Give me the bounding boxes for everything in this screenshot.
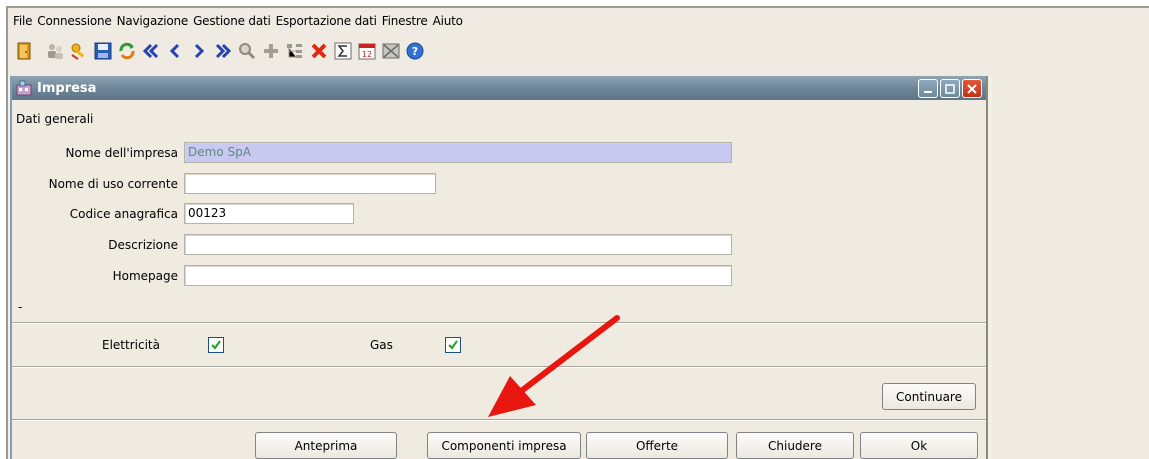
uso-label: Nome di uso corrente [48, 176, 178, 191]
menu-file[interactable]: File [13, 14, 32, 28]
menu-esportazione-dati[interactable]: Esportazione dati [276, 14, 377, 28]
elettricita-checkbox[interactable] [208, 337, 224, 353]
dash-text: - [18, 300, 23, 314]
exit-icon[interactable] [13, 39, 37, 63]
offerte-button[interactable]: Offerte [586, 432, 728, 459]
last-icon[interactable] [211, 39, 235, 63]
mail-icon[interactable] [379, 39, 403, 63]
menu-aiuto[interactable]: Aiuto [433, 14, 463, 28]
menu-connessione[interactable]: Connessione [37, 14, 111, 28]
window-titlebar[interactable]: Impresa [12, 76, 986, 100]
codice-anagrafica-field[interactable]: 00123 [184, 203, 354, 224]
nome-impresa-field[interactable]: Demo SpA [184, 142, 732, 163]
menu-bar: File Connessione Navigazione Gestione da… [8, 8, 1149, 34]
homepage-field[interactable] [184, 265, 732, 286]
svg-text:?: ? [412, 45, 418, 58]
svg-text:12: 12 [362, 50, 372, 59]
componenti-impresa-button[interactable]: Componenti impresa [427, 432, 581, 459]
descrizione-field[interactable] [184, 234, 732, 255]
annotation-arrow [488, 315, 620, 417]
window-title: Impresa [37, 80, 97, 96]
elettricita-label: Elettricità [102, 338, 160, 352]
first-icon[interactable] [139, 39, 163, 63]
gas-checkbox[interactable] [445, 337, 461, 353]
add-icon[interactable] [259, 39, 283, 63]
help-icon[interactable]: ? [403, 39, 427, 63]
menu-navigazione[interactable]: Navigazione [117, 14, 189, 28]
row-uso: Nome di uso corrente [12, 173, 436, 194]
sum-icon[interactable] [331, 39, 355, 63]
key-icon[interactable] [67, 39, 91, 63]
people-icon[interactable] [43, 39, 67, 63]
anteprima-button[interactable]: Anteprima [255, 432, 397, 459]
maximize-button[interactable] [940, 79, 960, 98]
next-icon[interactable] [187, 39, 211, 63]
homepage-label: Homepage [112, 268, 178, 283]
menu-gestione-dati[interactable]: Gestione dati [193, 14, 271, 28]
minimize-button[interactable] [918, 79, 938, 98]
continuare-button[interactable]: Continuare [882, 383, 976, 410]
previous-icon[interactable] [163, 39, 187, 63]
search-icon[interactable] [235, 39, 259, 63]
row-nome: Nome dell'impresa Demo SpA [12, 142, 732, 163]
chiudere-button[interactable]: Chiudere [736, 432, 854, 459]
nome-label: Nome dell'impresa [65, 145, 178, 160]
window-icon [16, 80, 34, 96]
close-button[interactable] [962, 79, 982, 98]
descrizione-label: Descrizione [108, 237, 178, 252]
menu-finestre[interactable]: Finestre [382, 14, 428, 28]
nome-uso-corrente-field[interactable] [184, 173, 436, 194]
calendar-icon[interactable]: 12 [355, 39, 379, 63]
codice-label: Codice anagrafica [69, 206, 178, 221]
refresh-icon[interactable] [115, 39, 139, 63]
section-title: Dati generali [16, 112, 94, 126]
tree-icon[interactable] [283, 39, 307, 63]
gas-label: Gas [370, 338, 393, 352]
toolbar: 12 ? [10, 36, 1149, 66]
row-descrizione: Descrizione [12, 234, 732, 255]
right-pane [992, 76, 1149, 459]
row-homepage: Homepage [12, 265, 732, 286]
delete-icon[interactable] [307, 39, 331, 63]
row-codice: Codice anagrafica 00123 [12, 203, 354, 224]
save-icon[interactable] [91, 39, 115, 63]
ok-button[interactable]: Ok [860, 432, 978, 459]
